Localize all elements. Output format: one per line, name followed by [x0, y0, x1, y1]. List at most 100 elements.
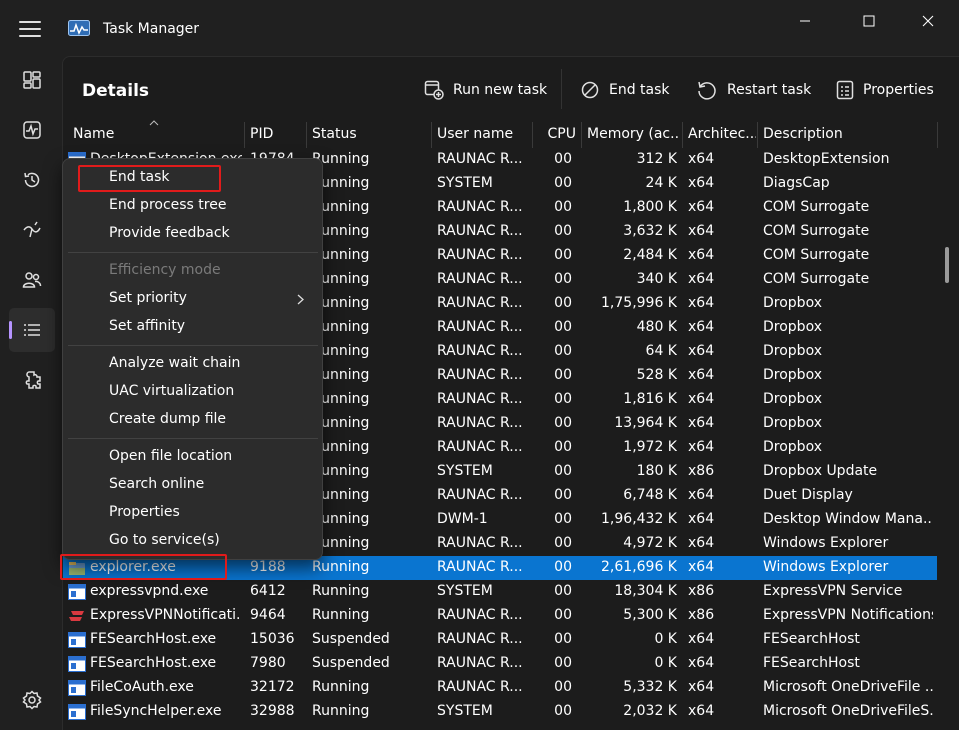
- column-header-description[interactable]: Description: [763, 126, 933, 142]
- menu-item-go-to-service-s[interactable]: Go to service(s): [68, 529, 318, 555]
- process-architecture: x64: [688, 367, 715, 383]
- process-user: RAUNAC R...: [437, 343, 523, 359]
- table-row[interactable]: ExpressVPNNotificati... 9464 Running RAUNAC…: [63, 604, 937, 628]
- column-divider[interactable]: [532, 122, 533, 148]
- process-memory: 6,748 K: [623, 487, 677, 503]
- process-architecture: x64: [688, 511, 715, 527]
- process-status: Running: [312, 559, 370, 575]
- column-divider[interactable]: [682, 122, 683, 148]
- process-memory: 18,304 K: [614, 583, 677, 599]
- close-button[interactable]: [905, 10, 951, 32]
- process-architecture: x86: [688, 463, 715, 479]
- process-cpu: 00: [554, 583, 572, 599]
- process-architecture: x86: [688, 583, 715, 599]
- hamburger-menu-icon[interactable]: [19, 21, 41, 37]
- nav-app-history[interactable]: [9, 158, 55, 202]
- menu-item-set-priority[interactable]: Set priority: [68, 287, 318, 313]
- nav-performance[interactable]: [9, 108, 55, 152]
- column-header-pid[interactable]: PID: [250, 126, 300, 142]
- title-bar: Task Manager: [0, 0, 959, 56]
- menu-item-end-task[interactable]: End task: [68, 166, 318, 192]
- menu-item-set-affinity[interactable]: Set affinity: [68, 315, 318, 341]
- minimize-button[interactable]: [782, 10, 828, 32]
- table-row[interactable]: FileSyncHelper.exe 32988 Running SYSTEM 00 2,…: [63, 700, 937, 724]
- column-divider[interactable]: [757, 122, 758, 148]
- menu-item-provide-feedback[interactable]: Provide feedback: [68, 222, 318, 248]
- process-memory: 3,632 K: [623, 223, 677, 239]
- process-description: Dropbox: [763, 415, 822, 431]
- column-divider[interactable]: [581, 122, 582, 148]
- end-task-button[interactable]: End task: [580, 77, 670, 103]
- process-user: RAUNAC R...: [437, 439, 523, 455]
- process-pid: 15036: [250, 631, 295, 647]
- process-architecture: x64: [688, 415, 715, 431]
- restart-icon: [698, 81, 716, 100]
- menu-item-analyze-wait-chain[interactable]: Analyze wait chain: [68, 352, 318, 378]
- column-divider[interactable]: [431, 122, 432, 148]
- process-architecture: x86: [688, 607, 715, 623]
- process-cpu: 00: [554, 319, 572, 335]
- process-memory: 24 K: [645, 175, 677, 191]
- navigation-sidebar: [0, 56, 62, 730]
- column-header-cpu[interactable]: CPU: [538, 126, 576, 142]
- process-architecture: x64: [688, 559, 715, 575]
- table-row[interactable]: FESearchHost.exe 15036 Suspended RAUNAC R..…: [63, 628, 937, 652]
- table-row[interactable]: FileCoAuth.exe 32172 Running RAUNAC R... 00 5…: [63, 676, 937, 700]
- column-header-architecture[interactable]: Architec...: [688, 126, 756, 142]
- process-status: Running: [312, 295, 370, 311]
- column-header-name[interactable]: Name: [73, 126, 243, 142]
- run-new-task-button[interactable]: Run new task: [424, 77, 547, 103]
- window-icon: [68, 584, 86, 600]
- menu-item-end-process-tree[interactable]: End process tree: [68, 194, 318, 220]
- table-row[interactable]: FESearchHost.exe 7980 Suspended RAUNAC R...…: [63, 652, 937, 676]
- process-architecture: x64: [688, 679, 715, 695]
- end-task-icon: [581, 81, 599, 99]
- process-status: Running: [312, 511, 370, 527]
- window-icon: [68, 656, 86, 672]
- process-user: RAUNAC R...: [437, 295, 523, 311]
- column-divider[interactable]: [306, 122, 307, 148]
- column-header-user-name[interactable]: User name: [437, 126, 531, 142]
- process-status: Running: [312, 271, 370, 287]
- process-memory: 2,484 K: [623, 247, 677, 263]
- menu-item-properties[interactable]: Properties: [68, 501, 318, 527]
- menu-item-uac-virtualization[interactable]: UAC virtualization: [68, 380, 318, 406]
- menu-item-search-online[interactable]: Search online: [68, 473, 318, 499]
- nav-settings[interactable]: [9, 678, 55, 722]
- process-architecture: x64: [688, 151, 715, 167]
- task-manager-app-icon: [68, 20, 90, 36]
- restart-task-button[interactable]: Restart task: [696, 77, 811, 103]
- process-memory: 480 K: [636, 319, 677, 335]
- column-divider[interactable]: [244, 122, 245, 148]
- process-status: Running: [312, 367, 370, 383]
- column-divider[interactable]: [937, 122, 938, 148]
- column-header-status[interactable]: Status: [312, 126, 430, 142]
- column-header-memory[interactable]: Memory (ac...: [587, 126, 679, 142]
- process-description: DesktopExtension: [763, 151, 890, 167]
- menu-item-efficiency-mode: Efficiency mode: [68, 259, 318, 285]
- process-status: Running: [312, 343, 370, 359]
- process-status: Running: [312, 199, 370, 215]
- process-user: RAUNAC R...: [437, 607, 523, 623]
- app-history-icon: [24, 172, 40, 188]
- menu-item-create-dump-file[interactable]: Create dump file: [68, 408, 318, 434]
- nav-processes[interactable]: [9, 58, 55, 102]
- process-pid: 32172: [250, 679, 295, 695]
- process-memory: 0 K: [654, 655, 677, 671]
- vertical-scrollbar-thumb[interactable]: [945, 247, 949, 283]
- process-memory: 1,816 K: [623, 391, 677, 407]
- nav-details[interactable]: [9, 308, 55, 352]
- process-status: Running: [312, 535, 370, 551]
- process-description: Dropbox: [763, 439, 822, 455]
- nav-startup-apps[interactable]: [9, 208, 55, 252]
- menu-item-open-file-location[interactable]: Open file location: [68, 445, 318, 471]
- process-description: Dropbox: [763, 391, 822, 407]
- nav-services[interactable]: [9, 358, 55, 402]
- menu-item-label: UAC virtualization: [109, 383, 235, 399]
- properties-label: Properties: [863, 82, 934, 98]
- table-row[interactable]: expressvpnd.exe 6412 Running SYSTEM 00 18,304…: [63, 580, 937, 604]
- properties-button[interactable]: Properties: [836, 77, 934, 103]
- maximize-button[interactable]: [846, 10, 892, 32]
- process-user: RAUNAC R...: [437, 271, 523, 287]
- nav-users[interactable]: [9, 258, 55, 302]
